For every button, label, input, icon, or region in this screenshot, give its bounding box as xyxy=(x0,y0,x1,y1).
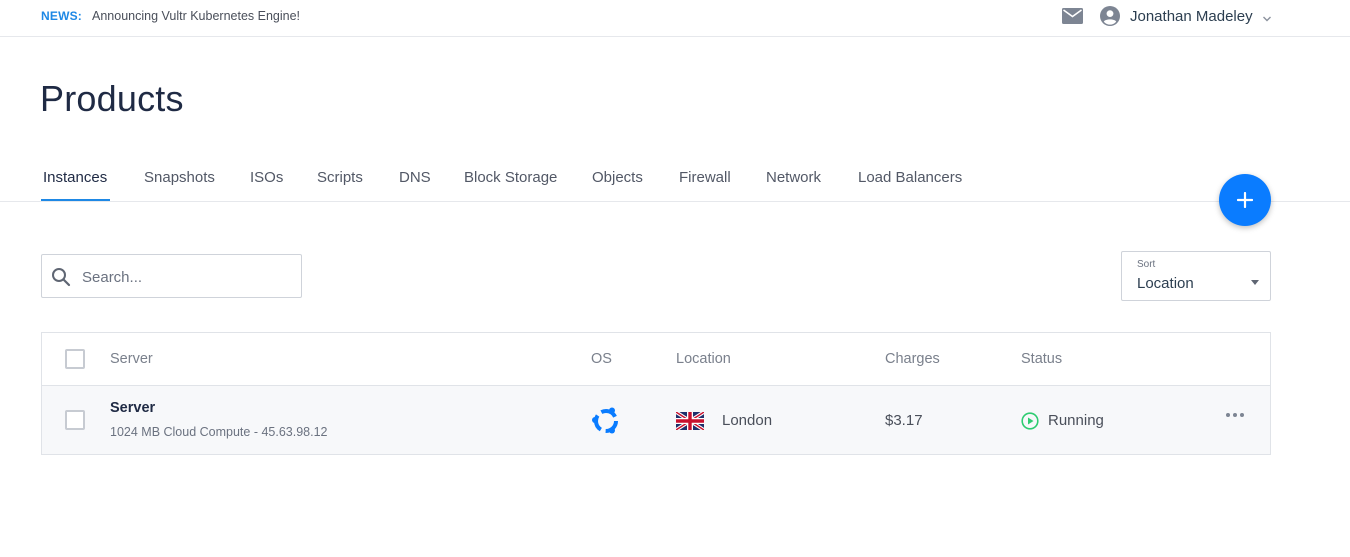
row-checkbox[interactable] xyxy=(65,410,85,430)
tab-firewall[interactable]: Firewall xyxy=(679,169,731,186)
column-header-server[interactable]: Server xyxy=(110,351,153,367)
product-tabs: Instances Snapshots ISOs Scripts DNS Blo… xyxy=(0,160,1350,202)
tab-instances[interactable]: Instances xyxy=(43,169,107,186)
location-text: London xyxy=(722,412,773,429)
instances-table: Server OS Location Charges Status Server… xyxy=(41,332,1271,455)
top-bar: NEWS: Announcing Vultr Kubernetes Engine… xyxy=(0,0,1350,37)
table-row[interactable]: Server 1024 MB Cloud Compute - 45.63.98.… xyxy=(42,386,1270,454)
page-title: Products xyxy=(40,78,184,119)
add-instance-button[interactable] xyxy=(1219,174,1271,226)
sort-select[interactable]: Sort Location xyxy=(1121,251,1271,301)
status-text: Running xyxy=(1048,412,1104,429)
tab-isos[interactable]: ISOs xyxy=(250,169,283,186)
news-link[interactable]: Announcing Vultr Kubernetes Engine! xyxy=(92,9,300,23)
column-header-status[interactable]: Status xyxy=(1021,351,1062,367)
tab-objects[interactable]: Objects xyxy=(592,169,643,186)
tab-network[interactable]: Network xyxy=(766,169,821,186)
column-header-charges[interactable]: Charges xyxy=(885,351,940,367)
account-circle-icon[interactable] xyxy=(1100,6,1120,26)
uk-flag-icon xyxy=(675,410,705,432)
tab-block-storage[interactable]: Block Storage xyxy=(464,169,557,186)
tab-dns[interactable]: DNS xyxy=(399,169,431,186)
select-all-checkbox[interactable] xyxy=(65,349,85,369)
sort-value: Location xyxy=(1137,275,1194,292)
search-icon xyxy=(51,267,71,287)
user-name-menu[interactable]: Jonathan Madeley xyxy=(1130,8,1253,25)
chevron-down-icon[interactable] xyxy=(1262,11,1272,22)
column-header-location[interactable]: Location xyxy=(676,351,731,367)
mail-icon[interactable] xyxy=(1062,8,1083,24)
plus-icon xyxy=(1237,192,1253,208)
running-play-icon xyxy=(1021,412,1039,430)
search-input[interactable] xyxy=(82,266,292,288)
server-details: 1024 MB Cloud Compute - 45.63.98.12 xyxy=(110,425,328,439)
server-name-link[interactable]: Server xyxy=(110,400,155,416)
sort-label: Sort xyxy=(1137,259,1156,270)
active-tab-indicator xyxy=(41,199,110,201)
table-header: Server OS Location Charges Status xyxy=(42,333,1270,386)
ubuntu-icon xyxy=(590,405,622,437)
caret-down-icon xyxy=(1251,273,1259,285)
column-header-os[interactable]: OS xyxy=(591,351,612,367)
tab-load-balancers[interactable]: Load Balancers xyxy=(858,169,962,186)
tab-snapshots[interactable]: Snapshots xyxy=(144,169,215,186)
charges-text: $3.17 xyxy=(885,412,923,429)
news-label: NEWS: xyxy=(41,9,82,23)
tab-scripts[interactable]: Scripts xyxy=(317,169,363,186)
more-options-icon[interactable] xyxy=(1225,408,1245,418)
search-box xyxy=(41,254,302,298)
